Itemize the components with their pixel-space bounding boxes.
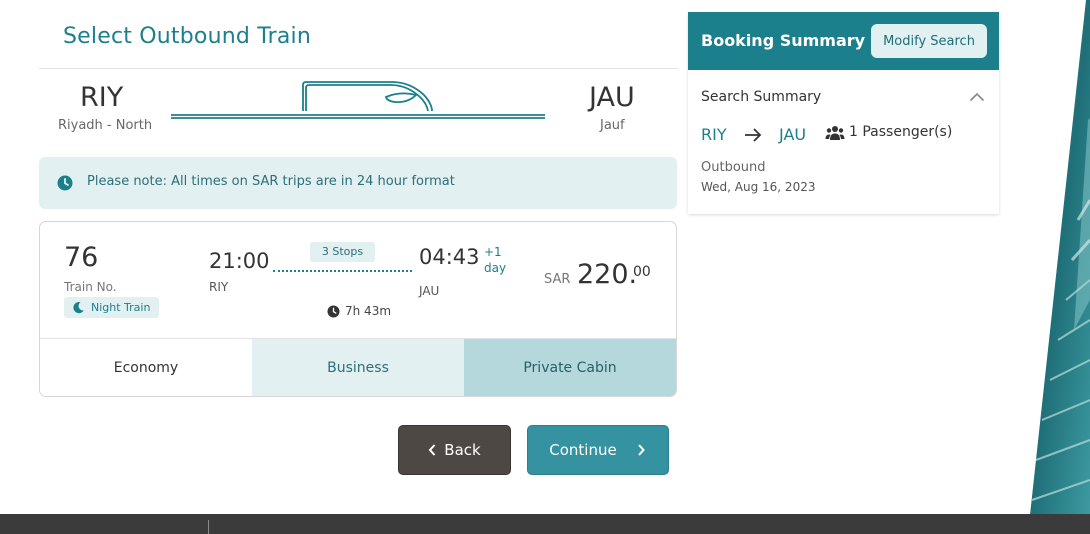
back-button[interactable]: Back [398,425,511,475]
search-summary-title: Search Summary [701,89,822,105]
clock-icon [57,175,73,191]
travel-date: Wed, Aug 16, 2023 [701,180,816,194]
train-number-label: Train No. [64,280,117,294]
summary-origin: RIY [701,125,727,144]
duration: 7h 43m [327,304,391,318]
railway-photo [1030,0,1090,515]
moon-icon [73,301,84,314]
booking-summary-panel: Booking Summary Modify Search Search Sum… [688,12,999,214]
class-economy[interactable]: Economy [40,339,252,396]
chevron-left-icon [428,444,436,456]
stops-badge[interactable]: 3 Stops [310,242,375,262]
next-day-label: day [484,261,507,275]
price-currency: SAR [544,272,571,287]
destination-name: Jauf [600,118,625,133]
arrow-right-icon [745,128,762,142]
passengers-icon [825,126,845,140]
summary-destination: JAU [779,125,807,144]
duration-text: 7h 43m [345,304,392,318]
time-format-note: Please note: All times on SAR trips are … [39,157,677,209]
next-day-indicator: +1 day [484,244,506,276]
continue-button[interactable]: Continue [527,425,669,475]
departure-station: RIY [209,280,229,294]
class-options: Economy Business Private Cabin [40,338,676,396]
night-train-label: Night Train [91,301,151,314]
train-number: 76 [64,242,99,273]
page-title: Select Outbound Train [63,24,312,49]
booking-summary-title: Booking Summary [701,31,866,50]
price-decimal: 00 [633,264,651,280]
origin-code: RIY [80,82,124,113]
destination-code: JAU [589,82,635,113]
train-line-graphic [171,81,545,119]
departure-time: 21:00 [209,249,270,273]
title-divider [39,68,678,69]
chevron-right-icon [637,444,645,456]
price-amount: 220. [577,259,638,290]
passenger-count: 1 Passenger(s) [849,124,953,140]
clock-icon [327,305,340,317]
footer-divider [208,520,209,534]
page: Select Outbound Train RIY Riyadh - North… [0,0,1090,534]
footer-bar [0,514,1090,534]
note-text: Please note: All times on SAR trips are … [87,174,455,189]
class-private-cabin[interactable]: Private Cabin [464,339,676,396]
origin-name: Riyadh - North [58,118,153,133]
back-label: Back [444,441,481,459]
night-train-badge: Night Train [64,297,160,318]
next-day-plus: +1 [484,245,502,259]
direction-label: Outbound [701,160,766,175]
booking-summary-header: Booking Summary Modify Search [688,12,999,70]
modify-search-button[interactable]: Modify Search [871,24,987,58]
journey-line [273,270,412,272]
arrival-station: JAU [419,284,440,298]
chevron-up-icon[interactable] [969,92,985,102]
continue-label: Continue [549,441,617,459]
train-card[interactable]: 76 Train No. Night Train 21:00 RIY 3 Sto… [39,221,677,397]
class-business[interactable]: Business [252,339,464,396]
arrival-time: 04:43 [419,245,480,269]
